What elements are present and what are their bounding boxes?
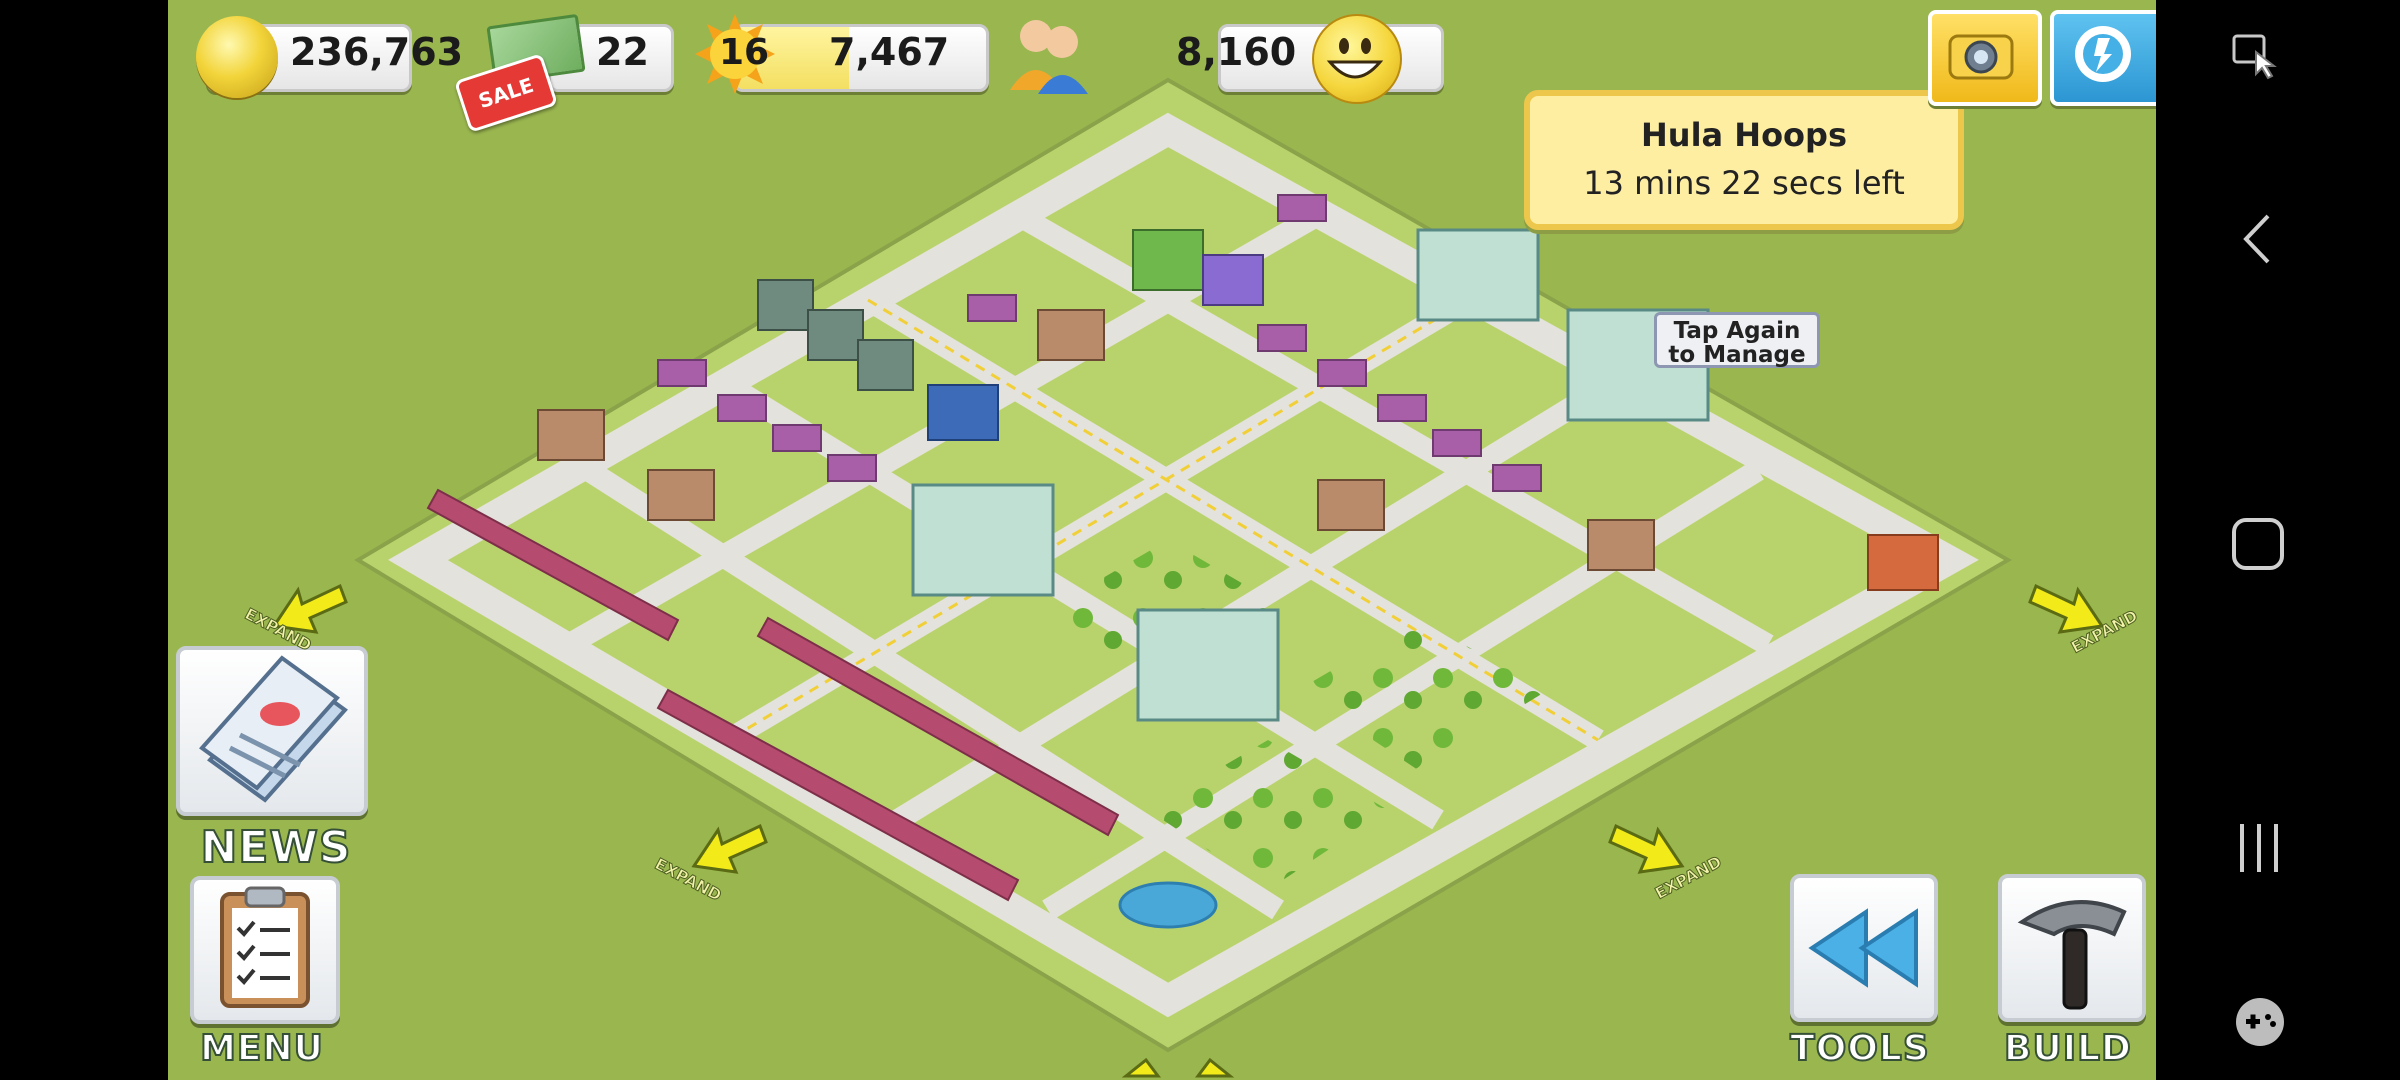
level-value: 16	[719, 32, 770, 73]
tooltip-subtitle: 13 mins 22 secs left	[1583, 164, 1905, 202]
home-icon[interactable]	[2230, 516, 2286, 572]
tools-button[interactable]	[1790, 874, 1938, 1022]
game-launcher-icon[interactable]	[2232, 994, 2288, 1050]
expand-arrow-bottom-right[interactable]	[1608, 820, 1688, 880]
cash-value: 22	[596, 30, 649, 74]
news-label: NEWS	[199, 821, 352, 874]
coin-icon	[196, 16, 278, 98]
clipboard-icon	[220, 886, 310, 1008]
expand-arrow-bottom-left[interactable]	[688, 820, 768, 880]
manage-hint[interactable]: Tap Again to Manage	[1654, 312, 1820, 368]
menu-label: MENU	[199, 1027, 324, 1070]
happiness-smiley-icon[interactable]	[1312, 14, 1402, 104]
population-value: 8,160	[1176, 30, 1297, 74]
back-icon[interactable]	[2238, 212, 2278, 266]
build-label: BUILD	[2003, 1027, 2132, 1070]
tooltip-title: Hula Hoops	[1641, 116, 1847, 154]
building-timer-tooltip: Hula Hoops 13 mins 22 secs left	[1524, 90, 1964, 230]
newspaper-icon	[199, 655, 348, 803]
recents-icon[interactable]	[2234, 820, 2284, 876]
game-viewport[interactable]: 236,763 SALE 22 16 7,467 8,160 Hula Hoop…	[168, 0, 2156, 1080]
system-navigation-bar	[2156, 0, 2400, 1080]
camera-icon	[1948, 34, 2014, 80]
hammer-icon	[2017, 900, 2127, 1010]
build-button[interactable]	[1998, 874, 2146, 1022]
screenshot-icon[interactable]	[2228, 30, 2282, 84]
news-button[interactable]	[176, 646, 368, 816]
population-icon	[1010, 20, 1088, 94]
rewind-icon	[1808, 908, 1918, 988]
tools-label: TOOLS	[1789, 1027, 1930, 1070]
coins-value: 236,763	[290, 30, 464, 74]
expand-arrow-bottom[interactable]	[1118, 1058, 1238, 1080]
menu-button[interactable]	[190, 876, 340, 1024]
neighbors-icon	[2075, 26, 2131, 82]
manage-hint-line2: to Manage	[1668, 342, 1806, 368]
manage-hint-line1: Tap Again	[1673, 318, 1801, 344]
camera-button[interactable]	[1928, 10, 2042, 106]
neighbors-button[interactable]	[2050, 10, 2156, 106]
experience-value: 7,467	[829, 30, 950, 74]
